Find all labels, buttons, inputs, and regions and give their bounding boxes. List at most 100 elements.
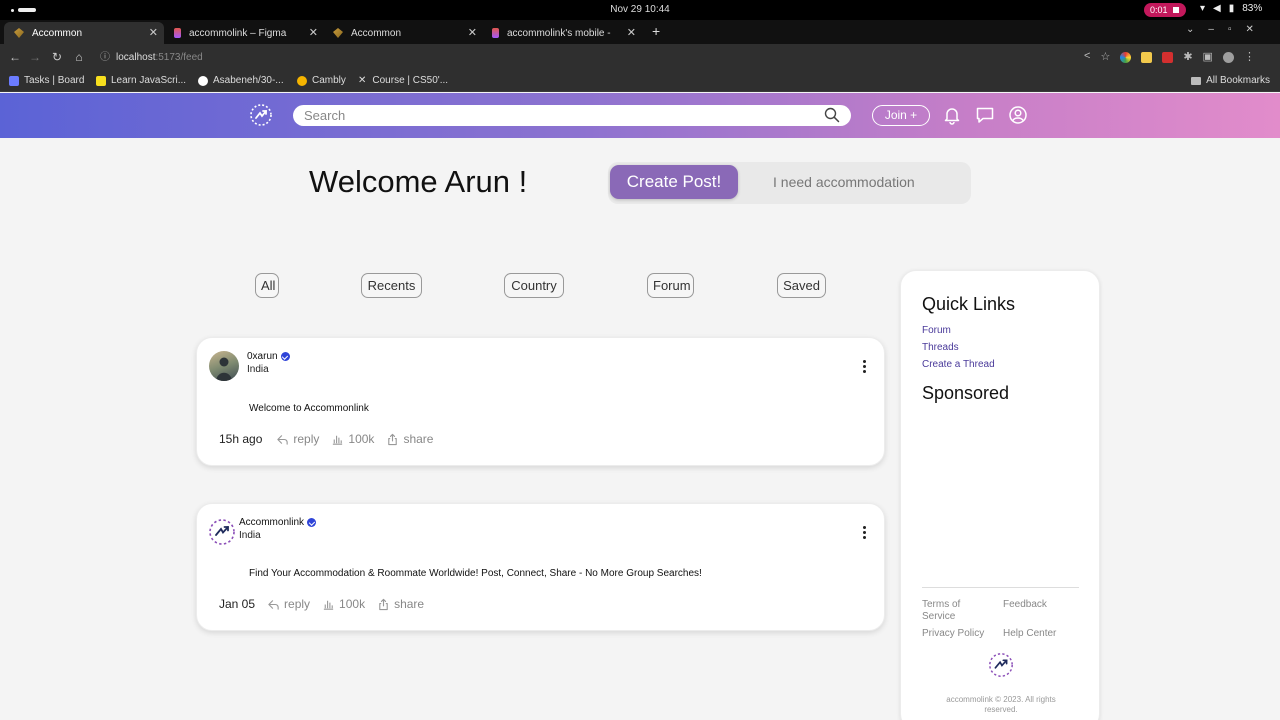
quick-link-threads[interactable]: Threads [922,342,959,353]
create-post-button[interactable]: Create Post! [610,165,738,199]
bookmark-tasks[interactable]: Tasks | Board [9,75,84,86]
filter-forum[interactable]: Forum [647,273,694,298]
share-button[interactable]: share [377,597,424,611]
accommon-favicon-icon [14,28,24,38]
share-icon [388,433,398,445]
filter-all[interactable]: All [255,273,279,298]
javascript-icon [96,75,106,86]
browser-tab-strip: Accommon ✕ accommolink – Figma ✕ Accommo… [0,20,1280,44]
recording-indicator[interactable]: 0:01 [1144,3,1186,17]
profile-icon[interactable] [1008,105,1028,125]
tab-search-icon[interactable]: ⌄ [1186,24,1194,35]
bar-chart-icon [333,435,343,445]
share-button[interactable]: share [386,432,433,446]
reload-icon[interactable]: ↻ [50,50,64,64]
forward-icon[interactable]: → [28,50,42,64]
close-icon[interactable]: ✕ [149,26,158,39]
profile-avatar-icon[interactable] [1222,52,1234,63]
tab-label: Accommon [351,27,402,39]
minimize-icon[interactable]: – [1208,24,1214,35]
new-tab-icon[interactable]: + [652,23,660,39]
quick-link-forum[interactable]: Forum [922,325,951,336]
home-icon[interactable]: ⌂ [72,50,86,64]
battery-icon: ▮ [1228,3,1235,14]
views-stat: 100k [331,432,374,446]
address-bar[interactable]: localhost:5173/feed [98,48,1078,68]
browser-tab-mobile[interactable]: accommolink's mobile - ✕ [482,22,642,44]
extensions-puzzle-icon[interactable]: ✱ [1183,50,1192,63]
close-icon[interactable]: ✕ [468,26,477,39]
accommolink-logo-icon [989,653,1013,677]
post-author[interactable]: Accommonlink [239,517,317,528]
wifi-icon: ▾ [1200,3,1206,14]
share-icon [379,598,388,610]
terms-link[interactable]: Terms of Service [922,599,982,623]
privacy-link[interactable]: Privacy Policy [922,628,984,640]
verified-badge-icon [280,352,290,361]
browser-tab-accommon[interactable]: Accommon ✕ [4,22,164,44]
post-time: 15h ago [219,432,263,446]
tab-label: accommolink – Figma [189,27,287,39]
post-meta: 15h ago reply 100k share [219,432,445,446]
right-sidebar: Quick Links Forum Threads Create a Threa… [900,270,1100,720]
browser-menu-icon[interactable]: ⋮ [1244,50,1255,63]
color-extension-icon[interactable] [1120,52,1132,63]
bookmark-star-icon[interactable]: ☆ [1100,50,1110,63]
quick-link-create-thread[interactable]: Create a Thread [922,359,995,370]
bookmark-label: Cambly [312,75,346,86]
window-close-icon[interactable]: ✕ [1246,24,1254,35]
sponsored-title: Sponsored [922,383,1010,403]
url-path: :5173/feed [155,52,203,63]
avatar[interactable] [209,351,239,381]
accommolink-logo-icon[interactable] [249,103,273,127]
user-photo-icon [216,357,232,381]
os-clock[interactable]: Nov 29 10:44 [0,4,1280,15]
accommolink-avatar-icon[interactable] [207,517,237,547]
maximize-icon[interactable]: ▫ [1228,24,1232,35]
more-options-icon[interactable] [863,526,867,540]
reply-icon [277,434,289,445]
join-button[interactable]: Join + [872,105,930,126]
filter-saved[interactable]: Saved [777,273,826,298]
messages-icon[interactable] [975,105,995,125]
bookmark-label: Course | CS50'... [372,75,449,86]
extension-red-icon[interactable] [1162,52,1174,63]
share-page-icon[interactable]: < [1084,50,1090,63]
system-tray[interactable]: ▾ ◀ ▮ 83% [1200,3,1262,14]
reply-button[interactable]: reply [276,432,319,446]
window-controls: ⌄ – ▫ ✕ [1186,24,1254,35]
reply-button[interactable]: reply [267,597,310,611]
bell-icon[interactable] [942,105,962,125]
post-content: Find Your Accommodation & Roommate World… [249,568,702,579]
filter-country[interactable]: Country [504,273,564,298]
post-author[interactable]: 0xarun [247,351,290,362]
bookmark-learn-js[interactable]: Learn JavaScri... [96,75,186,86]
post-card[interactable]: 0xarun India Welcome to Accommonlink 15h… [196,337,885,466]
github-icon [198,75,208,86]
search-icon[interactable] [824,107,840,123]
close-icon[interactable]: ✕ [309,26,318,39]
bookmark-asabeneh[interactable]: Asabeneh/30-... [198,75,284,86]
back-icon[interactable]: ← [8,50,22,64]
browser-tab-figma[interactable]: accommolink – Figma ✕ [164,22,324,44]
bookmark-cambly[interactable]: Cambly [297,75,346,86]
battery-level: 83% [1242,3,1263,14]
browser-toolbar: ← → ↻ ⌂ localhost:5173/feed < ☆ ✱ ▣ ⋮ [0,44,1280,72]
post-card[interactable]: Accommonlink India Find Your Accommodati… [196,503,885,631]
more-options-icon[interactable] [863,360,867,374]
share-label: share [394,597,425,611]
sidebar-divider [922,587,1079,588]
side-panel-icon[interactable]: ▣ [1203,50,1213,63]
post-mode-toggle: Create Post! I need accommodation [608,162,971,204]
bookmarks-bar: Tasks | Board Learn JavaScri... Asabeneh… [0,72,1280,92]
help-center-link[interactable]: Help Center [1003,628,1056,640]
extension-icon[interactable] [1141,52,1153,63]
bookmark-cs50[interactable]: ✕ Course | CS50'... [358,75,448,86]
feedback-link[interactable]: Feedback [1003,599,1047,611]
search-input[interactable] [293,105,851,126]
browser-tab-accommon-2[interactable]: Accommon ✕ [323,22,483,44]
close-icon[interactable]: ✕ [627,26,636,39]
all-bookmarks[interactable]: All Bookmarks [1191,75,1270,86]
filter-recents[interactable]: Recents [361,273,422,298]
need-accommodation-button[interactable]: I need accommodation [773,165,915,199]
